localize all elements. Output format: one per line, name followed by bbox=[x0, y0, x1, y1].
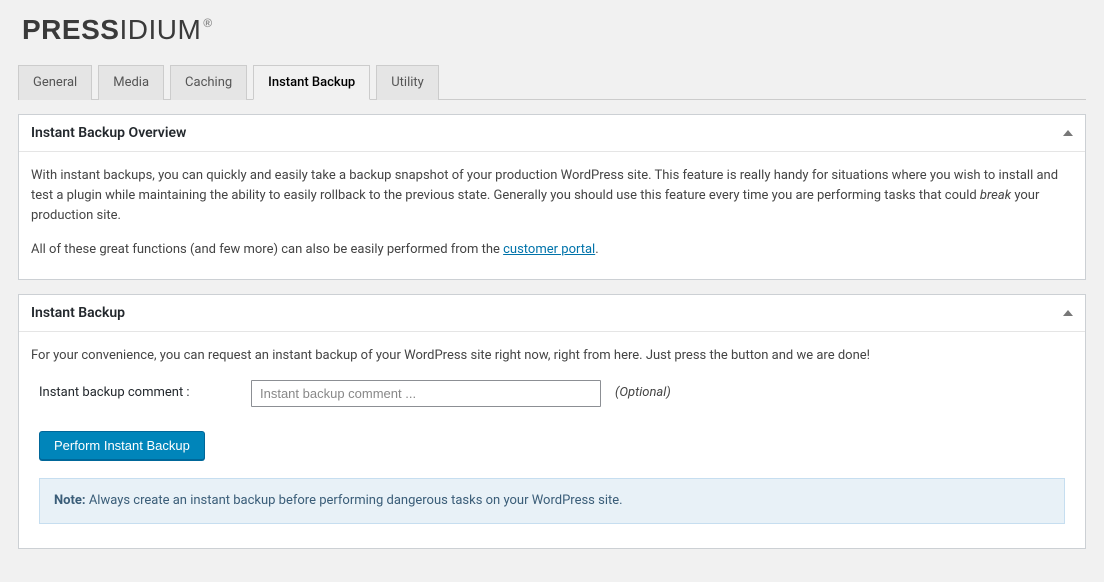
overview-paragraph-1: With instant backups, you can quickly an… bbox=[31, 166, 1073, 226]
overview-panel-body: With instant backups, you can quickly an… bbox=[19, 152, 1085, 279]
brand-thin: IDIUM bbox=[119, 14, 201, 45]
tabs-nav: General Media Caching Instant Backup Uti… bbox=[18, 64, 1086, 100]
backup-title: Instant Backup bbox=[31, 305, 125, 321]
tab-utility[interactable]: Utility bbox=[376, 65, 439, 100]
collapse-caret-icon bbox=[1063, 130, 1073, 136]
backup-panel-body: For your convenience, you can request an… bbox=[19, 332, 1085, 548]
backup-panel-header[interactable]: Instant Backup bbox=[19, 295, 1085, 332]
backup-intro: For your convenience, you can request an… bbox=[31, 346, 1073, 366]
brand-registered: ® bbox=[203, 16, 212, 30]
perform-backup-button[interactable]: Perform Instant Backup bbox=[39, 431, 205, 460]
tab-general[interactable]: General bbox=[18, 65, 92, 100]
overview-panel: Instant Backup Overview With instant bac… bbox=[18, 114, 1086, 280]
tab-instant-backup[interactable]: Instant Backup bbox=[253, 65, 370, 100]
brand-logo: PRESSIDIUM® bbox=[18, 10, 1086, 64]
collapse-caret-icon bbox=[1063, 310, 1073, 316]
tab-media[interactable]: Media bbox=[98, 65, 164, 100]
backup-note: Note: Always create an instant backup be… bbox=[39, 478, 1065, 524]
brand-bold: PRESS bbox=[22, 14, 119, 45]
overview-panel-header[interactable]: Instant Backup Overview bbox=[19, 115, 1085, 152]
customer-portal-link[interactable]: customer portal bbox=[503, 242, 595, 257]
backup-note-text: Always create an instant backup before p… bbox=[86, 493, 623, 508]
overview-title: Instant Backup Overview bbox=[31, 125, 186, 141]
backup-note-label: Note: bbox=[54, 493, 86, 508]
backup-comment-row: Instant backup comment : (Optional) bbox=[31, 380, 1073, 407]
tab-caching[interactable]: Caching bbox=[170, 65, 247, 100]
backup-comment-optional: (Optional) bbox=[615, 383, 671, 403]
overview-paragraph-2: All of these great functions (and few mo… bbox=[31, 240, 1073, 260]
backup-panel: Instant Backup For your convenience, you… bbox=[18, 294, 1086, 549]
backup-comment-label: Instant backup comment : bbox=[31, 383, 251, 403]
backup-comment-input[interactable] bbox=[251, 380, 601, 407]
